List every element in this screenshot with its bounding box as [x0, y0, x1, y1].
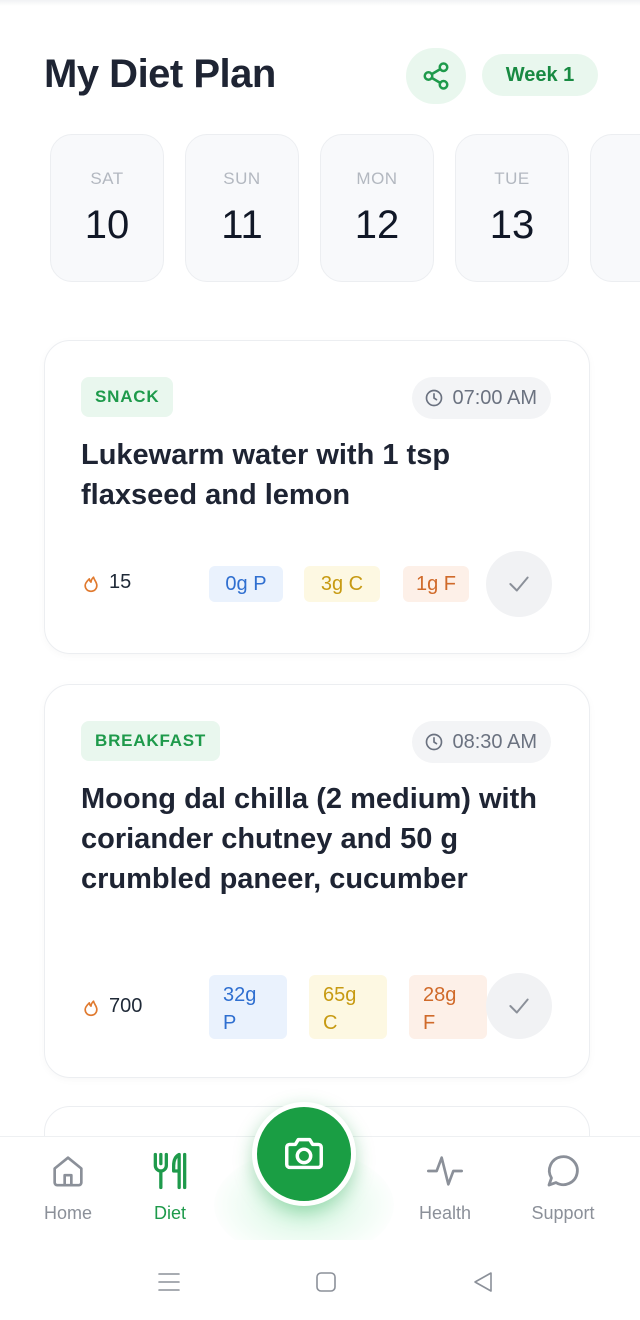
nav-support[interactable]: Support: [503, 1147, 623, 1224]
activity-icon: [427, 1156, 463, 1186]
meal-card: BREAKFAST 08:30 AM Moong dal chilla (2 m…: [44, 684, 590, 1078]
week-selector[interactable]: Week 1: [482, 54, 598, 96]
meal-type-badge: SNACK: [81, 377, 174, 417]
nav-diet-label: Diet: [153, 1203, 186, 1223]
calorie-count: 15: [81, 571, 131, 594]
page-header: My Diet Plan Week 1: [44, 48, 600, 108]
day-card-tue[interactable]: TUE 13: [455, 134, 569, 282]
page-title: My Diet Plan: [44, 52, 276, 96]
protein-chip: 0g P: [209, 566, 283, 602]
day-number: 11: [221, 203, 263, 247]
mark-eaten-button[interactable]: [486, 551, 552, 617]
carbs-chip: 65g C: [309, 975, 387, 1039]
day-number: 12: [354, 203, 400, 247]
status-bar-fade: [0, 0, 640, 6]
calorie-count: 700: [81, 995, 142, 1018]
system-navigation-bar: [0, 1240, 640, 1320]
day-selector: SAT 10 SUN 11 MON 12 TUE 13: [50, 134, 640, 284]
check-icon: [509, 998, 529, 1014]
protein-chip: 32g P: [209, 975, 287, 1039]
home-system-button[interactable]: [311, 1268, 341, 1296]
fork-knife-icon: [153, 1152, 187, 1190]
day-of-week: SUN: [223, 169, 261, 188]
share-icon: [423, 62, 449, 90]
meal-time: 08:30 AM: [412, 721, 551, 763]
day-card-sat[interactable]: SAT 10: [50, 134, 164, 282]
day-card-sun[interactable]: SUN 11: [185, 134, 299, 282]
back-triangle-icon: [474, 1272, 492, 1292]
meal-card: SNACK 07:00 AM Lukewarm water with 1 tsp…: [44, 340, 590, 654]
day-of-week: SAT: [90, 169, 124, 188]
menu-icon: [158, 1273, 180, 1291]
day-number: 13: [489, 203, 535, 247]
nav-support-label: Support: [531, 1203, 595, 1223]
meal-type-badge: BREAKFAST: [81, 721, 221, 761]
day-card-mon[interactable]: MON 12: [320, 134, 434, 282]
nav-diet[interactable]: Diet: [110, 1147, 230, 1224]
calorie-value: 700: [109, 995, 143, 1017]
nav-health[interactable]: Health: [385, 1147, 505, 1224]
flame-icon: [84, 999, 98, 1016]
day-of-week: MON: [356, 169, 398, 188]
meal-time-label: 08:30 AM: [452, 730, 537, 753]
clock-icon: [426, 733, 443, 751]
square-icon: [316, 1272, 336, 1292]
nav-health-label: Health: [418, 1203, 472, 1223]
meal-time: 07:00 AM: [412, 377, 551, 419]
calorie-value: 15: [109, 571, 132, 593]
carbs-chip: 3g C: [304, 566, 380, 602]
day-number: 10: [84, 203, 130, 247]
home-icon: [53, 1156, 83, 1187]
flame-icon: [84, 575, 98, 592]
day-of-week: TUE: [494, 169, 530, 188]
camera-icon: [285, 1137, 323, 1170]
meal-name: Moong dal chilla (2 medium) with coriand…: [81, 783, 537, 895]
meal-time-label: 07:00 AM: [452, 386, 537, 409]
fat-chip: 1g F: [403, 566, 469, 602]
share-button[interactable]: [406, 48, 466, 104]
mark-eaten-button[interactable]: [486, 973, 552, 1039]
fat-chip: 28g F: [409, 975, 487, 1039]
check-icon: [509, 576, 529, 592]
back-system-button[interactable]: [468, 1268, 498, 1296]
day-card-next[interactable]: [590, 134, 640, 282]
clock-icon: [426, 389, 443, 407]
camera-button[interactable]: [252, 1102, 356, 1206]
recent-apps-button[interactable]: [154, 1268, 184, 1296]
chat-bubble-icon: [547, 1155, 579, 1187]
meal-name: Lukewarm water with 1 tsp flaxseed and l…: [81, 439, 451, 511]
